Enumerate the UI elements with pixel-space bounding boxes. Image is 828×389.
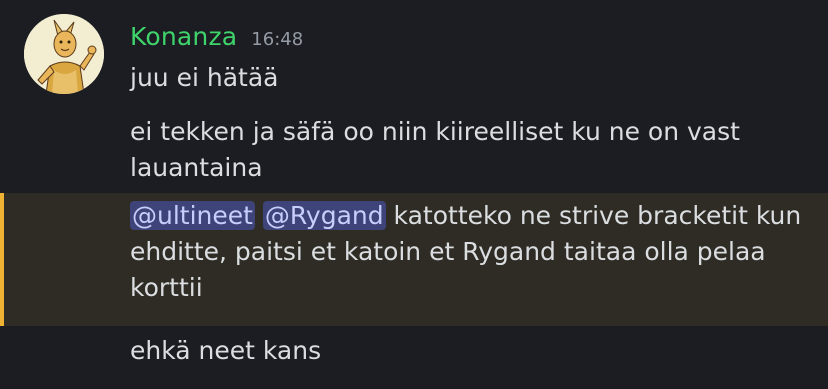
user-mention[interactable]: @ultineet	[130, 201, 255, 230]
timestamp[interactable]: 16:48	[251, 29, 303, 50]
mention-message: @ultineet @Rygand katotteko ne strive br…	[130, 198, 810, 306]
username[interactable]: Konanza	[130, 22, 237, 51]
message-header: Konanza 16:48	[130, 22, 303, 51]
user-avatar[interactable]	[24, 14, 104, 94]
avatar-illustration-icon	[24, 14, 104, 94]
message-line: juu ei hätää	[130, 63, 279, 92]
chat-view: Konanza 16:48 juu ei hätää ei tekken ja …	[0, 0, 828, 389]
message-line: ei tekken ja säfä oo niin kiireelliset k…	[130, 117, 740, 182]
user-mention[interactable]: @Rygand	[262, 201, 386, 230]
message-line: ehkä neet kans	[130, 336, 322, 365]
mention-highlight-bar	[0, 193, 4, 326]
